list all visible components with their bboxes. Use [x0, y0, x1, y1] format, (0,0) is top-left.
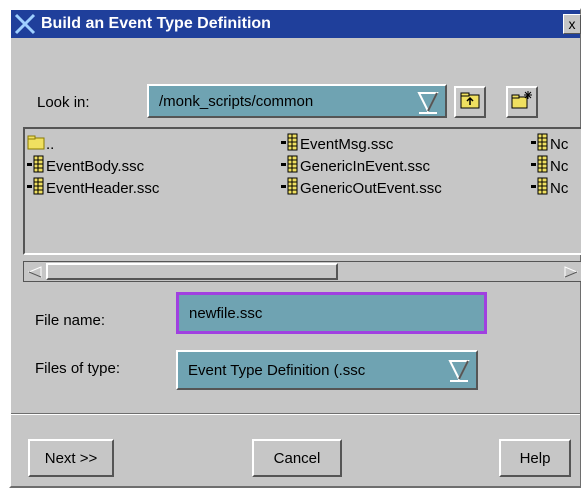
file-name: .. [46, 135, 55, 153]
file-name-value: newfile.ssc [189, 304, 263, 322]
ssc-file-icon [531, 133, 550, 155]
ssc-file-icon [281, 155, 300, 177]
help-button[interactable]: Help [499, 439, 571, 477]
scroll-right-icon[interactable] [562, 264, 580, 280]
list-item[interactable]: EventMsg.ssc [281, 133, 442, 155]
files-of-type-label: Files of type: [35, 360, 121, 377]
file-name: EventBody.ssc [46, 157, 145, 175]
list-item[interactable]: EventHeader.ssc [27, 177, 159, 199]
file-name: EventHeader.ssc [46, 179, 160, 197]
cancel-button[interactable]: Cancel [252, 439, 342, 477]
dialog-window: Build an Event Type Definition x Look in… [9, 8, 581, 488]
ssc-file-icon [281, 177, 300, 199]
file-name: Nc [550, 179, 569, 197]
file-list[interactable]: .. EventBody.ssc EventHeader.ssc EventMs… [23, 127, 581, 255]
list-item[interactable]: .. [27, 133, 159, 155]
ssc-file-icon [27, 177, 46, 199]
ssc-file-icon [531, 155, 550, 177]
list-item[interactable]: EventBody.ssc [27, 155, 159, 177]
list-item[interactable]: GenericOutEvent.ssc [281, 177, 442, 199]
list-item[interactable]: Nc [531, 133, 568, 155]
up-folder-icon [460, 91, 480, 113]
new-folder-icon [511, 90, 533, 114]
look-in-combo[interactable]: /monk_scripts/common [147, 84, 447, 118]
list-item[interactable]: Nc [531, 155, 568, 177]
scroll-left-icon[interactable] [26, 264, 44, 280]
file-name-field[interactable]: newfile.ssc [176, 292, 487, 334]
separator [11, 413, 580, 415]
title-bar[interactable]: Build an Event Type Definition x [11, 10, 581, 38]
look-in-value: /monk_scripts/common [159, 92, 314, 110]
list-item[interactable]: Nc [531, 177, 568, 199]
file-name-label: File name: [35, 312, 106, 329]
file-name: GenericOutEvent.ssc [300, 179, 442, 197]
new-folder-button[interactable] [506, 86, 538, 118]
file-name: EventMsg.ssc [300, 135, 394, 153]
folder-icon [27, 134, 46, 154]
files-of-type-combo[interactable]: Event Type Definition (.ssc [176, 350, 478, 390]
chevron-down-icon[interactable] [415, 89, 441, 115]
x-logo-icon [11, 10, 39, 38]
files-of-type-value: Event Type Definition (.ssc [188, 361, 366, 379]
file-name: Nc [550, 157, 569, 175]
close-button[interactable]: x [563, 14, 581, 34]
window-title: Build an Event Type Definition [41, 15, 271, 32]
file-name: Nc [550, 135, 569, 153]
file-name: GenericInEvent.ssc [300, 157, 431, 175]
list-item[interactable]: GenericInEvent.ssc [281, 155, 442, 177]
ssc-file-icon [531, 177, 550, 199]
ssc-file-icon [27, 155, 46, 177]
ssc-file-icon [281, 133, 300, 155]
next-button[interactable]: Next >> [28, 439, 114, 477]
chevron-down-icon[interactable] [446, 357, 472, 383]
horizontal-scrollbar[interactable] [23, 261, 581, 282]
up-folder-button[interactable] [454, 86, 486, 118]
look-in-label: Look in: [37, 94, 90, 111]
scroll-thumb[interactable] [46, 263, 338, 280]
